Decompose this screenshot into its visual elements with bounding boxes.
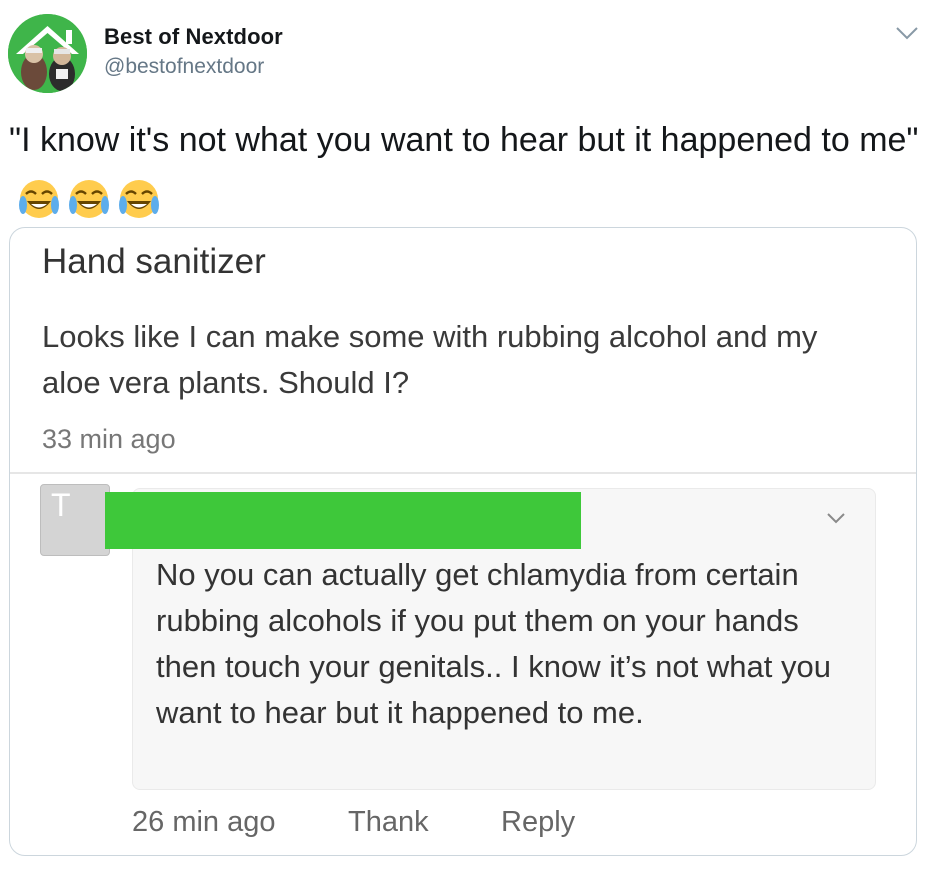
comment-text: No you can actually get chlamydia from c… [156,557,831,730]
reply-button[interactable]: Reply [501,806,575,839]
nextdoor-house-avatar-icon [8,14,87,93]
user-handle[interactable]: @bestofnextdoor [104,55,264,79]
chevron-down-icon[interactable] [825,511,847,525]
embedded-image-card[interactable]: Hand sanitizer Looks like I can make som… [9,227,917,856]
face-with-tears-of-joy-icon [17,177,61,221]
profile-avatar[interactable] [8,14,87,93]
emoji-row [17,173,167,222]
tweet-text: "I know it's not what you want to hear b… [9,116,919,222]
post-title: Hand sanitizer [42,242,266,281]
post-timestamp: 33 min ago [42,424,176,454]
thank-button[interactable]: Thank [348,806,429,839]
face-with-tears-of-joy-icon [117,177,161,221]
comment-timestamp: 26 min ago [132,806,276,838]
post-body: Looks like I can make some with rubbing … [42,319,818,400]
comment-avatar: T [40,484,110,556]
comment-avatar-letter: T [51,487,71,523]
chevron-down-icon[interactable] [894,24,920,42]
face-with-tears-of-joy-icon [67,177,111,221]
display-name[interactable]: Best of Nextdoor [104,24,283,50]
tweet-text-content: "I know it's not what you want to hear b… [9,121,919,159]
author-name-redaction [105,492,581,549]
divider [10,472,916,474]
